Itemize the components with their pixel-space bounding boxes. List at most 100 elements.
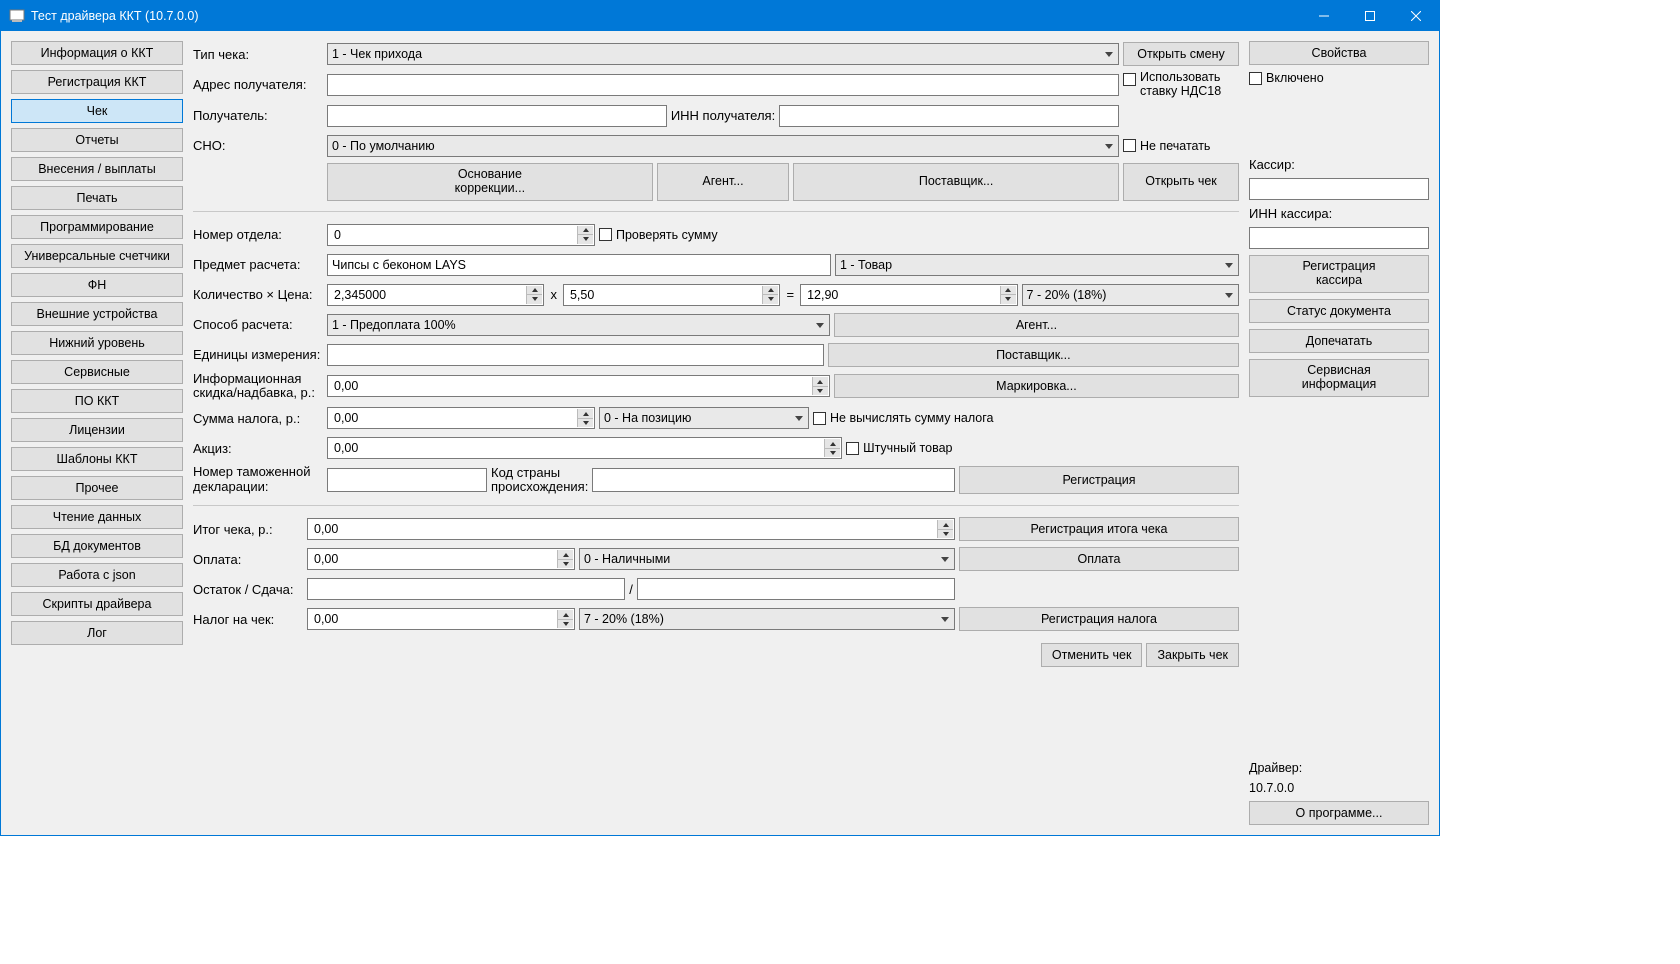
left-nav: Информация о ККТ Регистрация ККТ Чек Отчеты… [11, 41, 183, 825]
reprint-button[interactable]: Допечатать [1249, 329, 1429, 353]
item-total-spinner[interactable] [800, 284, 1017, 306]
label-payment: Оплата: [193, 552, 303, 567]
excise-spinner[interactable] [327, 437, 842, 459]
nav-item-11[interactable]: Сервисные [11, 360, 183, 384]
combo-check-tax-rate[interactable]: 7 - 20% (18%) [579, 608, 955, 630]
label-calc-method: Способ расчета: [193, 317, 323, 332]
reg-total-button[interactable]: Регистрация итога чека [959, 517, 1239, 541]
main-form: Тип чека: 1 - Чек прихода Открыть смену … [193, 41, 1239, 825]
nav-item-17[interactable]: БД документов [11, 534, 183, 558]
combo-calc-method[interactable]: 1 - Предоплата 100% [327, 314, 830, 336]
nav-item-13[interactable]: Лицензии [11, 418, 183, 442]
payment-spinner[interactable] [307, 548, 575, 570]
agent2-button[interactable]: Агент... [834, 313, 1239, 337]
nav-item-4[interactable]: Внесения / выплаты [11, 157, 183, 181]
marking-button[interactable]: Маркировка... [834, 374, 1239, 398]
minimize-button[interactable] [1301, 1, 1347, 31]
nav-item-2[interactable]: Чек [11, 99, 183, 123]
nav-item-7[interactable]: Универсальные счетчики [11, 244, 183, 268]
piece-goods-checkbox[interactable]: Штучный товар [846, 441, 1239, 455]
customs-decl-input[interactable] [327, 468, 487, 492]
nav-item-9[interactable]: Внешние устройства [11, 302, 183, 326]
label-sno: СНО: [193, 138, 323, 153]
nav-item-6[interactable]: Программирование [11, 215, 183, 239]
label-remainder: Остаток / Сдача: [193, 582, 303, 597]
nav-item-18[interactable]: Работа с json [11, 563, 183, 587]
check-total-spinner[interactable] [307, 518, 955, 540]
info-discount-spinner[interactable] [327, 375, 830, 397]
close-check-button[interactable]: Закрыть чек [1146, 643, 1239, 667]
payment-button[interactable]: Оплата [959, 547, 1239, 571]
nav-item-5[interactable]: Печать [11, 186, 183, 210]
cancel-check-button[interactable]: Отменить чек [1041, 643, 1143, 667]
label-info-discount: Информационная скидка/надбавка, р.: [193, 372, 323, 402]
app-icon [9, 8, 25, 24]
check-sum-checkbox[interactable]: Проверять сумму [599, 228, 718, 242]
subject-input[interactable] [327, 254, 831, 276]
change-input[interactable] [637, 578, 955, 600]
nav-item-12[interactable]: ПО ККТ [11, 389, 183, 413]
cashier-inn-input[interactable] [1249, 227, 1429, 249]
reg-tax-button[interactable]: Регистрация налога [959, 607, 1239, 631]
units-input[interactable] [327, 344, 824, 366]
supplier2-button[interactable]: Поставщик... [828, 343, 1239, 367]
remainder-input[interactable] [307, 578, 625, 600]
combo-check-type[interactable]: 1 - Чек прихода [327, 43, 1119, 65]
nav-item-1[interactable]: Регистрация ККТ [11, 70, 183, 94]
nav-item-19[interactable]: Скрипты драйвера [11, 592, 183, 616]
combo-subject-type[interactable]: 1 - Товар [835, 254, 1239, 276]
label-cashier: Кассир: [1249, 157, 1429, 172]
cashier-input[interactable] [1249, 178, 1429, 200]
price-spinner[interactable] [563, 284, 780, 306]
label-driver: Драйвер: [1249, 761, 1429, 775]
recipient-inn-input[interactable] [779, 105, 1119, 127]
use-vat18-checkbox[interactable]: Использовать ставку НДС18 [1123, 71, 1239, 99]
label-qty-price: Количество × Цена: [193, 287, 323, 302]
close-button[interactable] [1393, 1, 1439, 31]
open-check-button[interactable]: Открыть чек [1123, 163, 1239, 201]
dept-number-spinner[interactable] [327, 224, 595, 246]
nav-item-0[interactable]: Информация о ККТ [11, 41, 183, 65]
enabled-checkbox[interactable]: Включено [1249, 71, 1429, 85]
recipient-input[interactable] [327, 105, 667, 127]
combo-payment-type[interactable]: 0 - Наличными [579, 548, 955, 570]
about-button[interactable]: О программе... [1249, 801, 1429, 825]
agent-button[interactable]: Агент... [657, 163, 789, 201]
doc-status-button[interactable]: Статус документа [1249, 299, 1429, 323]
label-check-total: Итог чека, р.: [193, 522, 303, 537]
nav-item-3[interactable]: Отчеты [11, 128, 183, 152]
properties-button[interactable]: Свойства [1249, 41, 1429, 65]
supplier-button[interactable]: Поставщик... [793, 163, 1119, 201]
correction-basis-button[interactable]: Основание коррекции... [327, 163, 653, 201]
country-code-input[interactable] [592, 468, 955, 492]
maximize-button[interactable] [1347, 1, 1393, 31]
recipient-address-input[interactable] [327, 74, 1119, 96]
check-tax-spinner[interactable] [307, 608, 575, 630]
nav-item-20[interactable]: Лог [11, 621, 183, 645]
service-info-button[interactable]: Сервисная информация [1249, 359, 1429, 397]
label-excise: Акциз: [193, 441, 323, 456]
label-recipient-addr: Адрес получателя: [193, 77, 323, 92]
nav-item-8[interactable]: ФН [11, 273, 183, 297]
label-units: Единицы измерения: [193, 347, 323, 362]
titlebar: Тест драйвера ККТ (10.7.0.0) [1, 1, 1439, 31]
registration-button[interactable]: Регистрация [959, 466, 1239, 494]
nav-item-15[interactable]: Прочее [11, 476, 183, 500]
nav-item-10[interactable]: Нижний уровень [11, 331, 183, 355]
label-check-tax: Налог на чек: [193, 612, 303, 627]
label-customs-decl: Номер таможенной декларации: [193, 465, 323, 495]
combo-sno[interactable]: 0 - По умолчанию [327, 135, 1119, 157]
quantity-spinner[interactable] [327, 284, 544, 306]
reg-cashier-button[interactable]: Регистрация кассира [1249, 255, 1429, 293]
combo-tax-mode[interactable]: 0 - На позицию [599, 407, 809, 429]
no-print-checkbox[interactable]: Не печатать [1123, 139, 1239, 153]
window-title: Тест драйвера ККТ (10.7.0.0) [31, 9, 1301, 23]
nav-item-16[interactable]: Чтение данных [11, 505, 183, 529]
combo-tax-rate[interactable]: 7 - 20% (18%) [1022, 284, 1239, 306]
open-shift-button[interactable]: Открыть смену [1123, 42, 1239, 66]
no-calc-tax-checkbox[interactable]: Не вычислять сумму налога [813, 411, 993, 425]
tax-sum-spinner[interactable] [327, 407, 595, 429]
label-country-code: Код страны происхождения: [491, 466, 588, 495]
label-check-type: Тип чека: [193, 47, 323, 62]
nav-item-14[interactable]: Шаблоны ККТ [11, 447, 183, 471]
